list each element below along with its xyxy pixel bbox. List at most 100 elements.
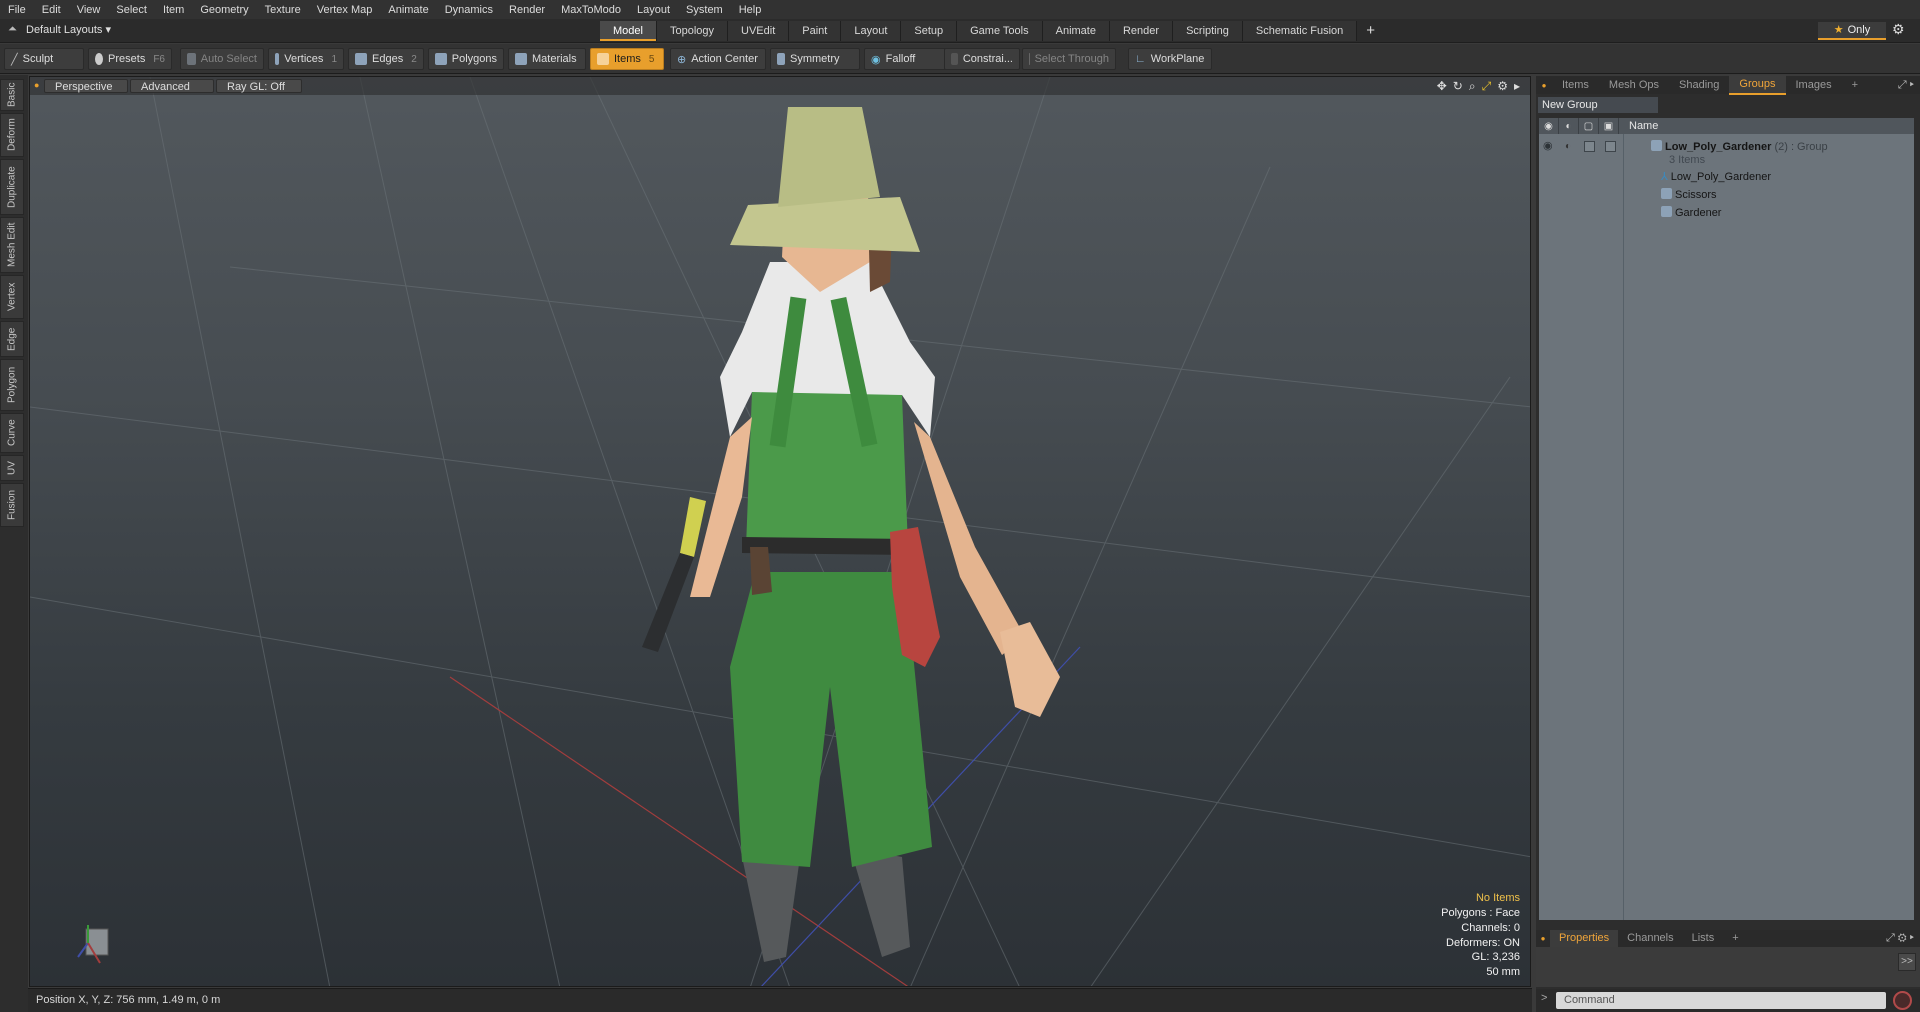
menu-item[interactable]: Item: [155, 4, 192, 16]
menu-file[interactable]: File: [0, 4, 34, 16]
tab-channels[interactable]: Channels: [1618, 930, 1682, 947]
raygl-button[interactable]: Ray GL: Off: [216, 79, 302, 93]
viewport-settings-icon[interactable]: ⚙: [1497, 79, 1508, 94]
group-row[interactable]: ◉ ◐ Low_Poly_Gardener (2) : Group 3 Item…: [1539, 138, 1914, 168]
menu-select[interactable]: Select: [108, 4, 155, 16]
falloff-icon: ◉: [871, 53, 881, 66]
tab-basic[interactable]: Basic: [0, 79, 24, 111]
tab-polygon[interactable]: Polygon: [0, 359, 24, 411]
list-item[interactable]: ⅄ Low_Poly_Gardener: [1539, 168, 1914, 186]
menu-layout[interactable]: Layout: [629, 4, 678, 16]
sculpt-button[interactable]: ╱ Sculpt: [4, 48, 84, 70]
zoom-icon[interactable]: ⌕: [1469, 79, 1476, 94]
shading-button[interactable]: Advanced: [130, 79, 214, 93]
tab-images[interactable]: Images: [1786, 76, 1842, 94]
tab-animate[interactable]: Animate: [1042, 21, 1110, 41]
tab-schematic-fusion[interactable]: Schematic Fusion: [1242, 21, 1358, 41]
menu-view[interactable]: View: [69, 4, 109, 16]
group-select-toggle[interactable]: [1605, 141, 1616, 152]
tab-uv[interactable]: UV: [0, 455, 24, 481]
view-mode-button[interactable]: Perspective: [44, 79, 128, 93]
tab-scripting[interactable]: Scripting: [1173, 21, 1243, 41]
panel-expand-icon[interactable]: ⤢ ▸: [1898, 79, 1914, 92]
menu-system[interactable]: System: [678, 4, 731, 16]
tab-properties[interactable]: Properties: [1550, 930, 1619, 947]
tab-setup[interactable]: Setup: [901, 21, 958, 41]
properties-expand-icon[interactable]: ⤢ ⚙ ▸: [1886, 932, 1914, 945]
menu-maxtomodo[interactable]: MaxToModo: [553, 4, 629, 16]
add-panel-tab-icon[interactable]: +: [1842, 76, 1868, 94]
list-item[interactable]: Gardener: [1539, 204, 1914, 222]
action-center-button[interactable]: ⊕ Action Center: [670, 48, 766, 70]
properties-menu-icon[interactable]: ●: [1536, 934, 1550, 943]
list-item[interactable]: Scissors: [1539, 186, 1914, 204]
only-toggle[interactable]: ★ Only: [1818, 22, 1886, 40]
add-tab-icon[interactable]: +: [1357, 21, 1384, 41]
tab-model[interactable]: Model: [600, 21, 657, 41]
tab-duplicate[interactable]: Duplicate: [0, 159, 24, 215]
layout-selector[interactable]: Default Layouts ▾: [26, 23, 111, 36]
record-macro-icon[interactable]: [1893, 991, 1912, 1010]
menu-animate[interactable]: Animate: [380, 4, 436, 16]
command-input[interactable]: Command: [1556, 992, 1886, 1009]
menu-dynamics[interactable]: Dynamics: [437, 4, 501, 16]
tab-render[interactable]: Render: [1109, 21, 1174, 41]
tab-lists[interactable]: Lists: [1683, 930, 1724, 947]
collapse-icon[interactable]: ⏶: [8, 23, 17, 36]
menu-help[interactable]: Help: [731, 4, 770, 16]
menu-edit[interactable]: Edit: [34, 4, 69, 16]
materials-button[interactable]: Materials: [508, 48, 586, 70]
menu-render[interactable]: Render: [501, 4, 553, 16]
tab-mesh-ops[interactable]: Mesh Ops: [1599, 76, 1669, 94]
tab-items[interactable]: Items: [1552, 76, 1599, 94]
viewport-menu-icon[interactable]: ●: [34, 80, 39, 90]
workplane-button[interactable]: ∟ WorkPlane: [1128, 48, 1212, 70]
tab-vertex[interactable]: Vertex: [0, 275, 24, 319]
symmetry-button[interactable]: Symmetry: [770, 48, 860, 70]
presets-button[interactable]: Presets F6: [88, 48, 172, 70]
new-group-button[interactable]: New Group: [1538, 97, 1658, 113]
rotate-icon[interactable]: ↻: [1453, 79, 1463, 94]
tab-shading[interactable]: Shading: [1669, 76, 1729, 94]
menu-vertex-map[interactable]: Vertex Map: [309, 4, 381, 16]
tab-topology[interactable]: Topology: [656, 21, 729, 41]
falloff-button[interactable]: ◉ Falloff: [864, 48, 946, 70]
maximize-icon[interactable]: ⤢: [1482, 79, 1492, 94]
tab-uvedit[interactable]: UVEdit: [728, 21, 790, 41]
tab-fusion[interactable]: Fusion: [0, 483, 24, 527]
constraints-button[interactable]: Constrai...: [944, 48, 1020, 70]
edges-button[interactable]: Edges 2: [348, 48, 424, 70]
3d-viewport[interactable]: ● Perspective Advanced Ray GL: Off ✥ ↻ ⌕…: [29, 76, 1531, 987]
tab-edge[interactable]: Edge: [0, 321, 24, 357]
menu-texture[interactable]: Texture: [257, 4, 309, 16]
stat-gl: GL: 3,236: [1471, 951, 1520, 964]
add-properties-tab-icon[interactable]: +: [1723, 930, 1747, 947]
select-column-icon[interactable]: ▣: [1599, 118, 1619, 134]
gear-icon[interactable]: ⚙: [1892, 21, 1905, 38]
items-button[interactable]: Items 5: [590, 48, 664, 70]
visibility-column-icon[interactable]: ◉: [1539, 118, 1559, 134]
groups-list[interactable]: ◉ ◐ Low_Poly_Gardener (2) : Group 3 Item…: [1539, 134, 1914, 920]
polygons-button[interactable]: Polygons: [428, 48, 504, 70]
select-through-button[interactable]: Select Through: [1022, 48, 1116, 70]
panel-menu-icon[interactable]: ●: [1536, 81, 1552, 90]
tab-paint[interactable]: Paint: [789, 21, 842, 41]
render-column-icon[interactable]: ◐: [1559, 118, 1579, 134]
expand-arrow-icon[interactable]: >>: [1898, 953, 1916, 971]
auto-select-button[interactable]: Auto Select: [180, 48, 264, 70]
group-lock-toggle[interactable]: [1584, 141, 1595, 152]
pan-icon[interactable]: ✥: [1437, 79, 1447, 94]
group-render-icon[interactable]: ◐: [1565, 141, 1571, 152]
group-visibility-icon[interactable]: ◉: [1543, 139, 1553, 152]
lock-column-icon[interactable]: ▢: [1579, 118, 1599, 134]
tab-curve[interactable]: Curve: [0, 413, 24, 453]
tab-game-tools[interactable]: Game Tools: [957, 21, 1043, 41]
tab-deform[interactable]: Deform: [0, 113, 24, 157]
tab-layout[interactable]: Layout: [841, 21, 902, 41]
tab-groups[interactable]: Groups: [1729, 75, 1786, 95]
vertices-button[interactable]: Vertices 1: [268, 48, 344, 70]
menu-geometry[interactable]: Geometry: [192, 4, 256, 16]
expand-arrow-icon[interactable]: ▸: [1514, 79, 1520, 94]
name-column-header[interactable]: Name: [1629, 120, 1658, 132]
tab-mesh-edit[interactable]: Mesh Edit: [0, 217, 24, 273]
